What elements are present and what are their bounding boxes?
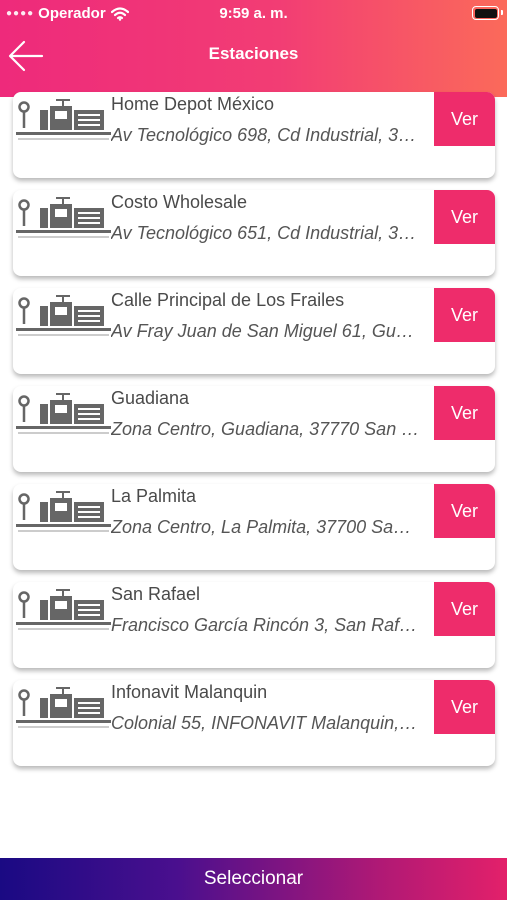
station-address: Zona Centro, Guadiana, 37770 San Miguel … — [111, 419, 421, 439]
station-address: Francisco García Rincón 3, San Rafael, 3… — [111, 615, 421, 635]
gas-station-icon — [16, 491, 111, 532]
gas-station-icon — [16, 393, 111, 434]
view-button[interactable]: Ver — [434, 386, 495, 440]
station-card[interactable]: Home Depot México Av Tecnológico 698, Cd… — [13, 92, 495, 178]
station-name: La Palmita — [111, 486, 197, 506]
gas-station-icon — [16, 99, 111, 140]
station-name: Infonavit Malanquin — [111, 682, 268, 702]
gas-station-icon — [16, 589, 111, 630]
view-button[interactable]: Ver — [434, 680, 495, 734]
station-card[interactable]: San Rafael Francisco García Rincón 3, Sa… — [13, 582, 495, 668]
station-card[interactable]: Guadiana Zona Centro, Guadiana, 37770 Sa… — [13, 386, 495, 472]
battery-fill — [474, 8, 497, 18]
view-button[interactable]: Ver — [434, 288, 495, 342]
station-name: Guadiana — [111, 388, 190, 408]
station-name: Costo Wholesale — [111, 192, 248, 212]
station-card[interactable]: Infonavit Malanquin Colonial 55, INFONAV… — [13, 680, 495, 766]
station-name: San Rafael — [111, 584, 201, 604]
station-address: Av Tecnológico 651, Cd Industrial, 37700… — [111, 223, 421, 243]
gas-station-icon — [16, 295, 111, 336]
view-button[interactable]: Ver — [434, 582, 495, 636]
station-address: Av Fray Juan de San Miguel 61, Guadiana,… — [111, 321, 421, 341]
gas-station-icon — [16, 687, 111, 728]
battery-icon — [472, 6, 503, 20]
station-name: Home Depot México — [111, 94, 275, 114]
station-card[interactable]: La Palmita Zona Centro, La Palmita, 3770… — [13, 484, 495, 570]
station-name: Calle Principal de Los Frailes — [111, 290, 345, 310]
status-bar: ●●●● Operador 9:59 a. m. — [0, 0, 507, 28]
page-title: Estaciones — [208, 44, 299, 63]
select-button[interactable]: Seleccionar — [0, 858, 507, 900]
header: ●●●● Operador 9:59 a. m. Estaciones — [0, 0, 507, 97]
station-card[interactable]: Costo Wholesale Av Tecnológico 651, Cd I… — [13, 190, 495, 276]
station-address: Zona Centro, La Palmita, 37700 San Migue… — [111, 517, 421, 537]
view-button[interactable]: Ver — [434, 190, 495, 244]
station-address: Av Tecnológico 698, Cd Industrial, 37700… — [111, 125, 421, 145]
station-address: Colonial 55, INFONAVIT Malanquin, 37700 — [111, 713, 421, 733]
battery-tip — [500, 10, 503, 15]
status-time: 9:59 a. m. — [219, 5, 288, 22]
gas-station-icon — [16, 197, 111, 238]
station-card[interactable]: Calle Principal de Los Frailes Av Fray J… — [13, 288, 495, 374]
view-button[interactable]: Ver — [434, 484, 495, 538]
view-button[interactable]: Ver — [434, 92, 495, 146]
